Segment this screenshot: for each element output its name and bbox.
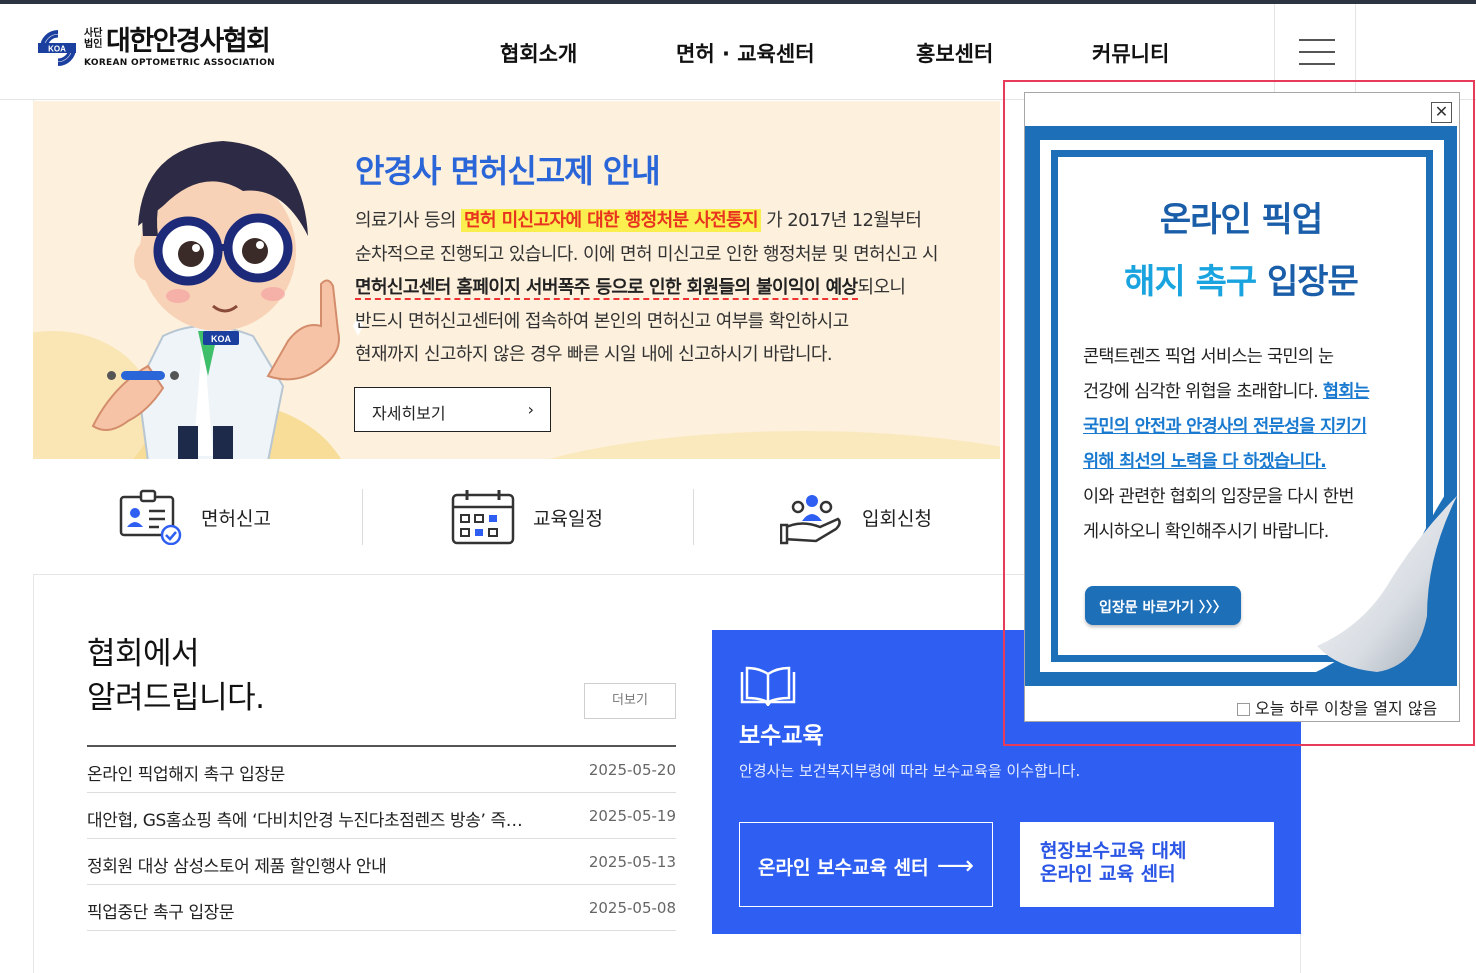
site-logo[interactable]: KOA 사단 법인 대한안경사협회 KOREAN OPTOMETRIC ASSOC… — [36, 26, 275, 70]
notice-list: 온라인 픽업해지 촉구 입장문 2025-05-20 대안협, GS홈쇼핑 측에… — [87, 745, 676, 931]
highlighted-text: 면허 미신고자에 대한 행정처분 사전통지 — [461, 209, 762, 232]
svg-text:KOA: KOA — [211, 334, 232, 344]
notice-item[interactable]: 온라인 픽업해지 촉구 입장문 2025-05-20 — [87, 747, 676, 793]
notice-item[interactable]: 대안협, GS홈쇼핑 측에 ‘다비치안경 누진다초점렌즈 방송’ 즉… 2025… — [87, 793, 676, 839]
more-button[interactable]: 더보기 — [584, 683, 676, 719]
carousel-dot[interactable] — [107, 371, 116, 380]
logo-small-text: 사단 법인 — [84, 28, 103, 50]
calendar-icon — [451, 490, 515, 545]
popup-announcement-image[interactable]: 온라인 픽업 해지 촉구 입장문 콘택트렌즈 픽업 서비스는 국민의 눈 건강에… — [1025, 126, 1457, 686]
carousel-dot[interactable] — [170, 371, 179, 380]
hero-title: 안경사 면허신고제 안내 — [355, 152, 661, 190]
license-report-icon — [119, 489, 182, 545]
quick-link-label: 입회신청 — [862, 507, 932, 530]
nav-promotion[interactable]: 홍보센터 — [916, 38, 993, 68]
dont-show-checkbox[interactable] — [1237, 702, 1250, 716]
logo-english-text: KOREAN OPTOMETRIC ASSOCIATION — [84, 58, 275, 68]
quick-link-label: 면허신고 — [201, 507, 271, 530]
arrow-right-icon: ⟶ — [936, 851, 974, 881]
notice-item-title: 정회원 대상 삼성스토어 제품 할인행사 안내 — [87, 857, 387, 877]
page-curl-decoration — [1307, 476, 1457, 686]
underlined-text: 면허신고센터 홈페이지 서버폭주 등으로 인한 회원들의 불이익이 예상 — [355, 277, 858, 300]
quick-link-schedule[interactable]: 교육일정 — [451, 459, 603, 575]
chevron-right-icon: › — [527, 400, 534, 419]
details-button[interactable]: 자세히보기 › — [354, 387, 551, 432]
notice-item[interactable]: 픽업중단 촉구 입장문 2025-05-08 — [87, 885, 676, 931]
carousel-dot-active[interactable] — [121, 371, 165, 380]
dont-show-today-option[interactable]: 오늘 하루 이창을 열지 않음 — [1237, 695, 1437, 719]
statement-link-button[interactable]: 입장문 바로가기 〉〉〉 — [1085, 586, 1241, 625]
koa-emblem-icon: KOA — [36, 26, 78, 70]
education-description: 안경사는 보건복지부령에 따라 보수교육을 이수합니다. — [739, 762, 1081, 780]
nav-community[interactable]: 커뮤니티 — [1092, 38, 1169, 68]
notice-item-title: 온라인 픽업해지 촉구 입장문 — [87, 765, 285, 785]
notice-section-title: 협회에서 알려드립니다. — [87, 636, 265, 716]
quick-link-license[interactable]: 면허신고 — [119, 459, 271, 575]
online-education-center-button[interactable]: 온라인 보수교육 센터 ⟶ — [739, 822, 993, 907]
close-icon[interactable]: ✕ — [1431, 102, 1452, 123]
svg-text:KOA: KOA — [48, 45, 66, 54]
quick-link-membership[interactable]: 입회신청 — [780, 459, 932, 575]
notice-item[interactable]: 정회원 대상 삼성스토어 제품 할인행사 안내 2025-05-13 — [87, 839, 676, 885]
notice-item-title: 대안협, GS홈쇼핑 측에 ‘다비치안경 누진다초점렌즈 방송’ 즉… — [87, 811, 523, 831]
nav-license-education[interactable]: 면허 · 교육센터 — [676, 38, 815, 68]
popup-title-line1: 온라인 픽업 — [1159, 200, 1323, 240]
notice-item-date: 2025-05-20 — [588, 761, 676, 779]
logo-main-text: 대한안경사협회 — [106, 26, 271, 57]
notice-item-date: 2025-05-19 — [588, 807, 676, 825]
optometrist-character-illustration: KOA — [91, 141, 363, 459]
education-title: 보수교육 — [739, 723, 824, 749]
popup-title-line2: 해지 촉구 입장문 — [1124, 262, 1359, 302]
nav-about[interactable]: 협회소개 — [500, 38, 577, 68]
notice-item-title: 픽업중단 촉구 입장문 — [87, 903, 235, 923]
notice-item-date: 2025-05-08 — [588, 899, 676, 917]
notice-item-date: 2025-05-13 — [588, 853, 676, 871]
alternative-online-education-button[interactable]: 현장보수교육 대체 온라인 교육 센터 — [1020, 822, 1274, 907]
hero-body-text: 의료기사 등의 면허 미신고자에 대한 행정처분 사전통지 가 2017년 12… — [355, 209, 939, 365]
quick-link-label: 교육일정 — [533, 507, 603, 530]
membership-icon — [780, 495, 841, 545]
book-icon — [740, 666, 796, 706]
